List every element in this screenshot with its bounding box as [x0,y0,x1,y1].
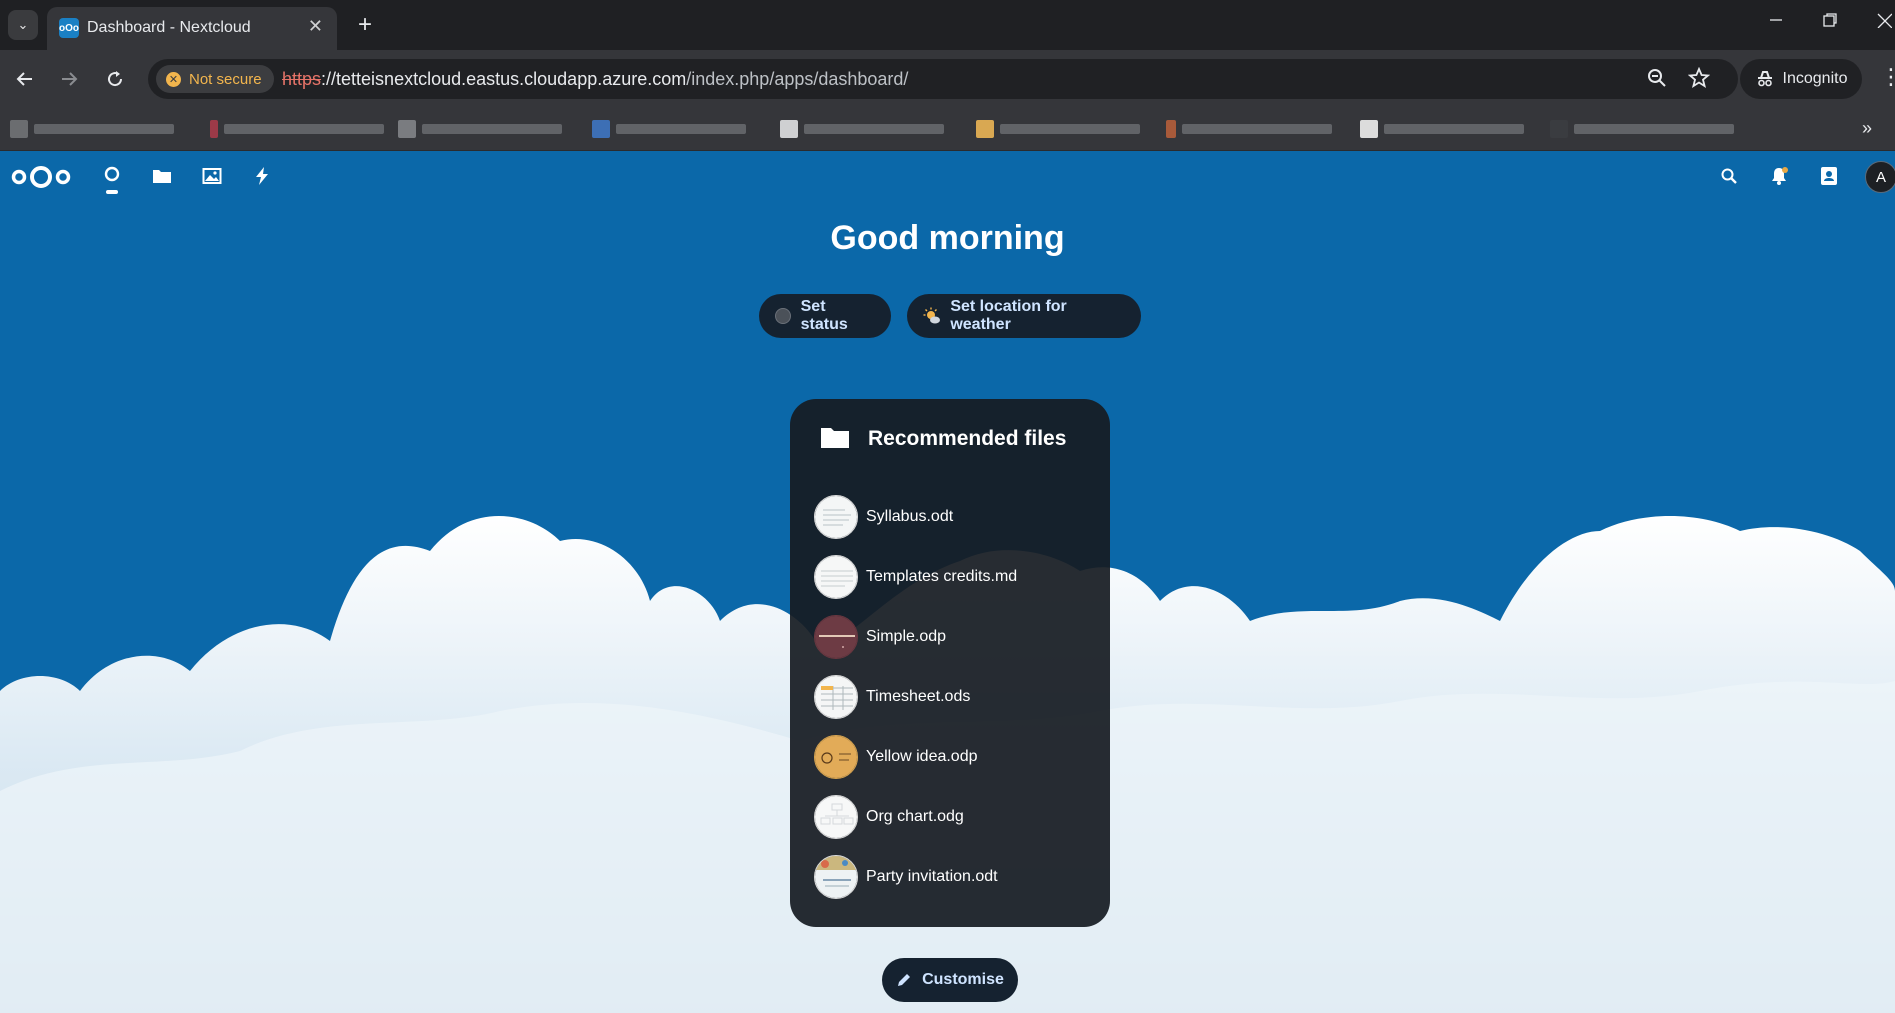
file-name: Templates credits.md [866,568,1018,585]
incognito-icon [1757,71,1772,87]
file-row-syllabus[interactable]: Syllabus.odt [814,495,1094,539]
browser-tab-strip: ⌄ oOo Dashboard - Nextcloud ✕ + [0,0,1895,50]
customise-label: Customise [922,971,1004,988]
close-window-icon[interactable] [1876,12,1893,33]
app-files-icon[interactable] [149,163,175,189]
file-thumbnail [814,615,858,659]
incognito-button[interactable]: Incognito [1740,59,1862,99]
bookmark-star-icon[interactable] [1687,66,1711,95]
app-dashboard-icon[interactable] [99,163,125,189]
bookmark-item[interactable] [780,120,944,138]
weather-sun-cloud-icon [923,307,940,324]
bookmark-item[interactable] [1550,120,1734,138]
nextcloud-header: A [0,151,1895,201]
url-host: ://tetteisnextcloud.eastus.cloudapp.azur… [321,69,687,89]
file-thumbnail [814,795,858,839]
file-row-timesheet[interactable]: Timesheet.ods [814,675,1094,719]
incognito-label: Incognito [1782,70,1848,87]
new-tab-button[interactable]: + [350,10,380,40]
not-secure-chip[interactable]: ✕ Not secure [156,65,274,93]
browser-menu-icon[interactable]: ⋮ [1880,64,1895,90]
file-name: Timesheet.ods [866,688,971,705]
bookmark-item[interactable] [976,120,1140,138]
bookmark-item[interactable] [398,120,562,138]
file-row-party-invitation[interactable]: Party invitation.odt [814,855,1094,899]
address-bar[interactable]: ✕ Not secure https://tetteisnextcloud.ea… [148,59,1738,99]
url-text[interactable]: https://tetteisnextcloud.eastus.cloudapp… [282,69,908,90]
file-row-org-chart[interactable]: Org chart.odg [814,795,1094,839]
file-thumbnail [814,675,858,719]
folder-icon [821,428,849,448]
file-row-templates-credits[interactable]: Templates credits.md [814,555,1094,599]
app-photos-icon[interactable] [199,163,225,189]
url-scheme: https [282,69,322,89]
file-thumbnail [814,735,858,779]
bookmark-item[interactable] [10,120,174,138]
set-status-button[interactable]: Set status [759,294,891,338]
search-icon[interactable] [1716,163,1742,189]
app-activity-icon[interactable] [249,163,275,189]
url-path: /index.php/apps/dashboard/ [686,69,909,89]
file-thumbnail [814,495,858,539]
file-name: Syllabus.odt [866,508,954,525]
user-avatar[interactable]: A [1865,161,1895,193]
forward-button[interactable] [54,64,84,94]
notifications-bell-icon[interactable] [1766,163,1792,189]
bookmark-item[interactable] [210,120,384,138]
file-row-simple[interactable]: Simple.odp [814,615,1094,659]
nextcloud-favicon-icon: oOo [59,18,79,38]
not-secure-label: Not secure [189,70,262,88]
widget-title: Recommended files [868,427,1067,450]
dashboard-page: A Good morning Set status Set location f… [0,151,1895,1013]
greeting-heading: Good morning [830,219,1065,257]
close-tab-icon[interactable]: ✕ [308,16,323,37]
file-name: Org chart.odg [866,808,964,825]
customise-button[interactable]: Customise [882,958,1018,1002]
bookmark-item[interactable] [1166,120,1332,138]
tab-title: Dashboard - Nextcloud [87,19,251,36]
file-name: Yellow idea.odp [866,748,978,765]
file-row-yellow-idea[interactable]: Yellow idea.odp [814,735,1094,779]
restore-icon[interactable] [1822,12,1838,33]
browser-tab[interactable]: oOo Dashboard - Nextcloud ✕ [47,7,337,50]
more-bookmarks-icon[interactable]: » [1862,118,1872,139]
set-weather-label: Set location for weather [950,298,1067,333]
bookmark-item[interactable] [592,120,746,138]
tab-search-button[interactable]: ⌄ [8,10,38,40]
contacts-icon[interactable] [1816,163,1842,189]
file-name: Simple.odp [866,628,947,645]
bookmarks-bar: » [0,108,1895,151]
status-circle-icon [775,308,791,324]
set-status-label: Set status [800,298,848,333]
nextcloud-logo-icon[interactable] [10,163,72,191]
reload-button[interactable] [100,64,130,94]
file-thumbnail [814,855,858,899]
back-button[interactable] [10,64,40,94]
bookmark-item[interactable] [1360,120,1524,138]
pencil-icon [898,974,911,986]
warning-icon: ✕ [166,71,181,87]
zoom-icon[interactable] [1646,67,1668,95]
file-thumbnail [814,555,858,599]
browser-toolbar: ✕ Not secure https://tetteisnextcloud.ea… [0,50,1895,108]
set-weather-location-button[interactable]: Set location for weather [907,294,1141,338]
minimize-icon[interactable] [1768,12,1784,33]
active-app-indicator [106,190,118,194]
file-name: Party invitation.odt [866,868,998,885]
recommended-files-widget: Recommended files Syllabus.odt Templates… [790,399,1110,927]
